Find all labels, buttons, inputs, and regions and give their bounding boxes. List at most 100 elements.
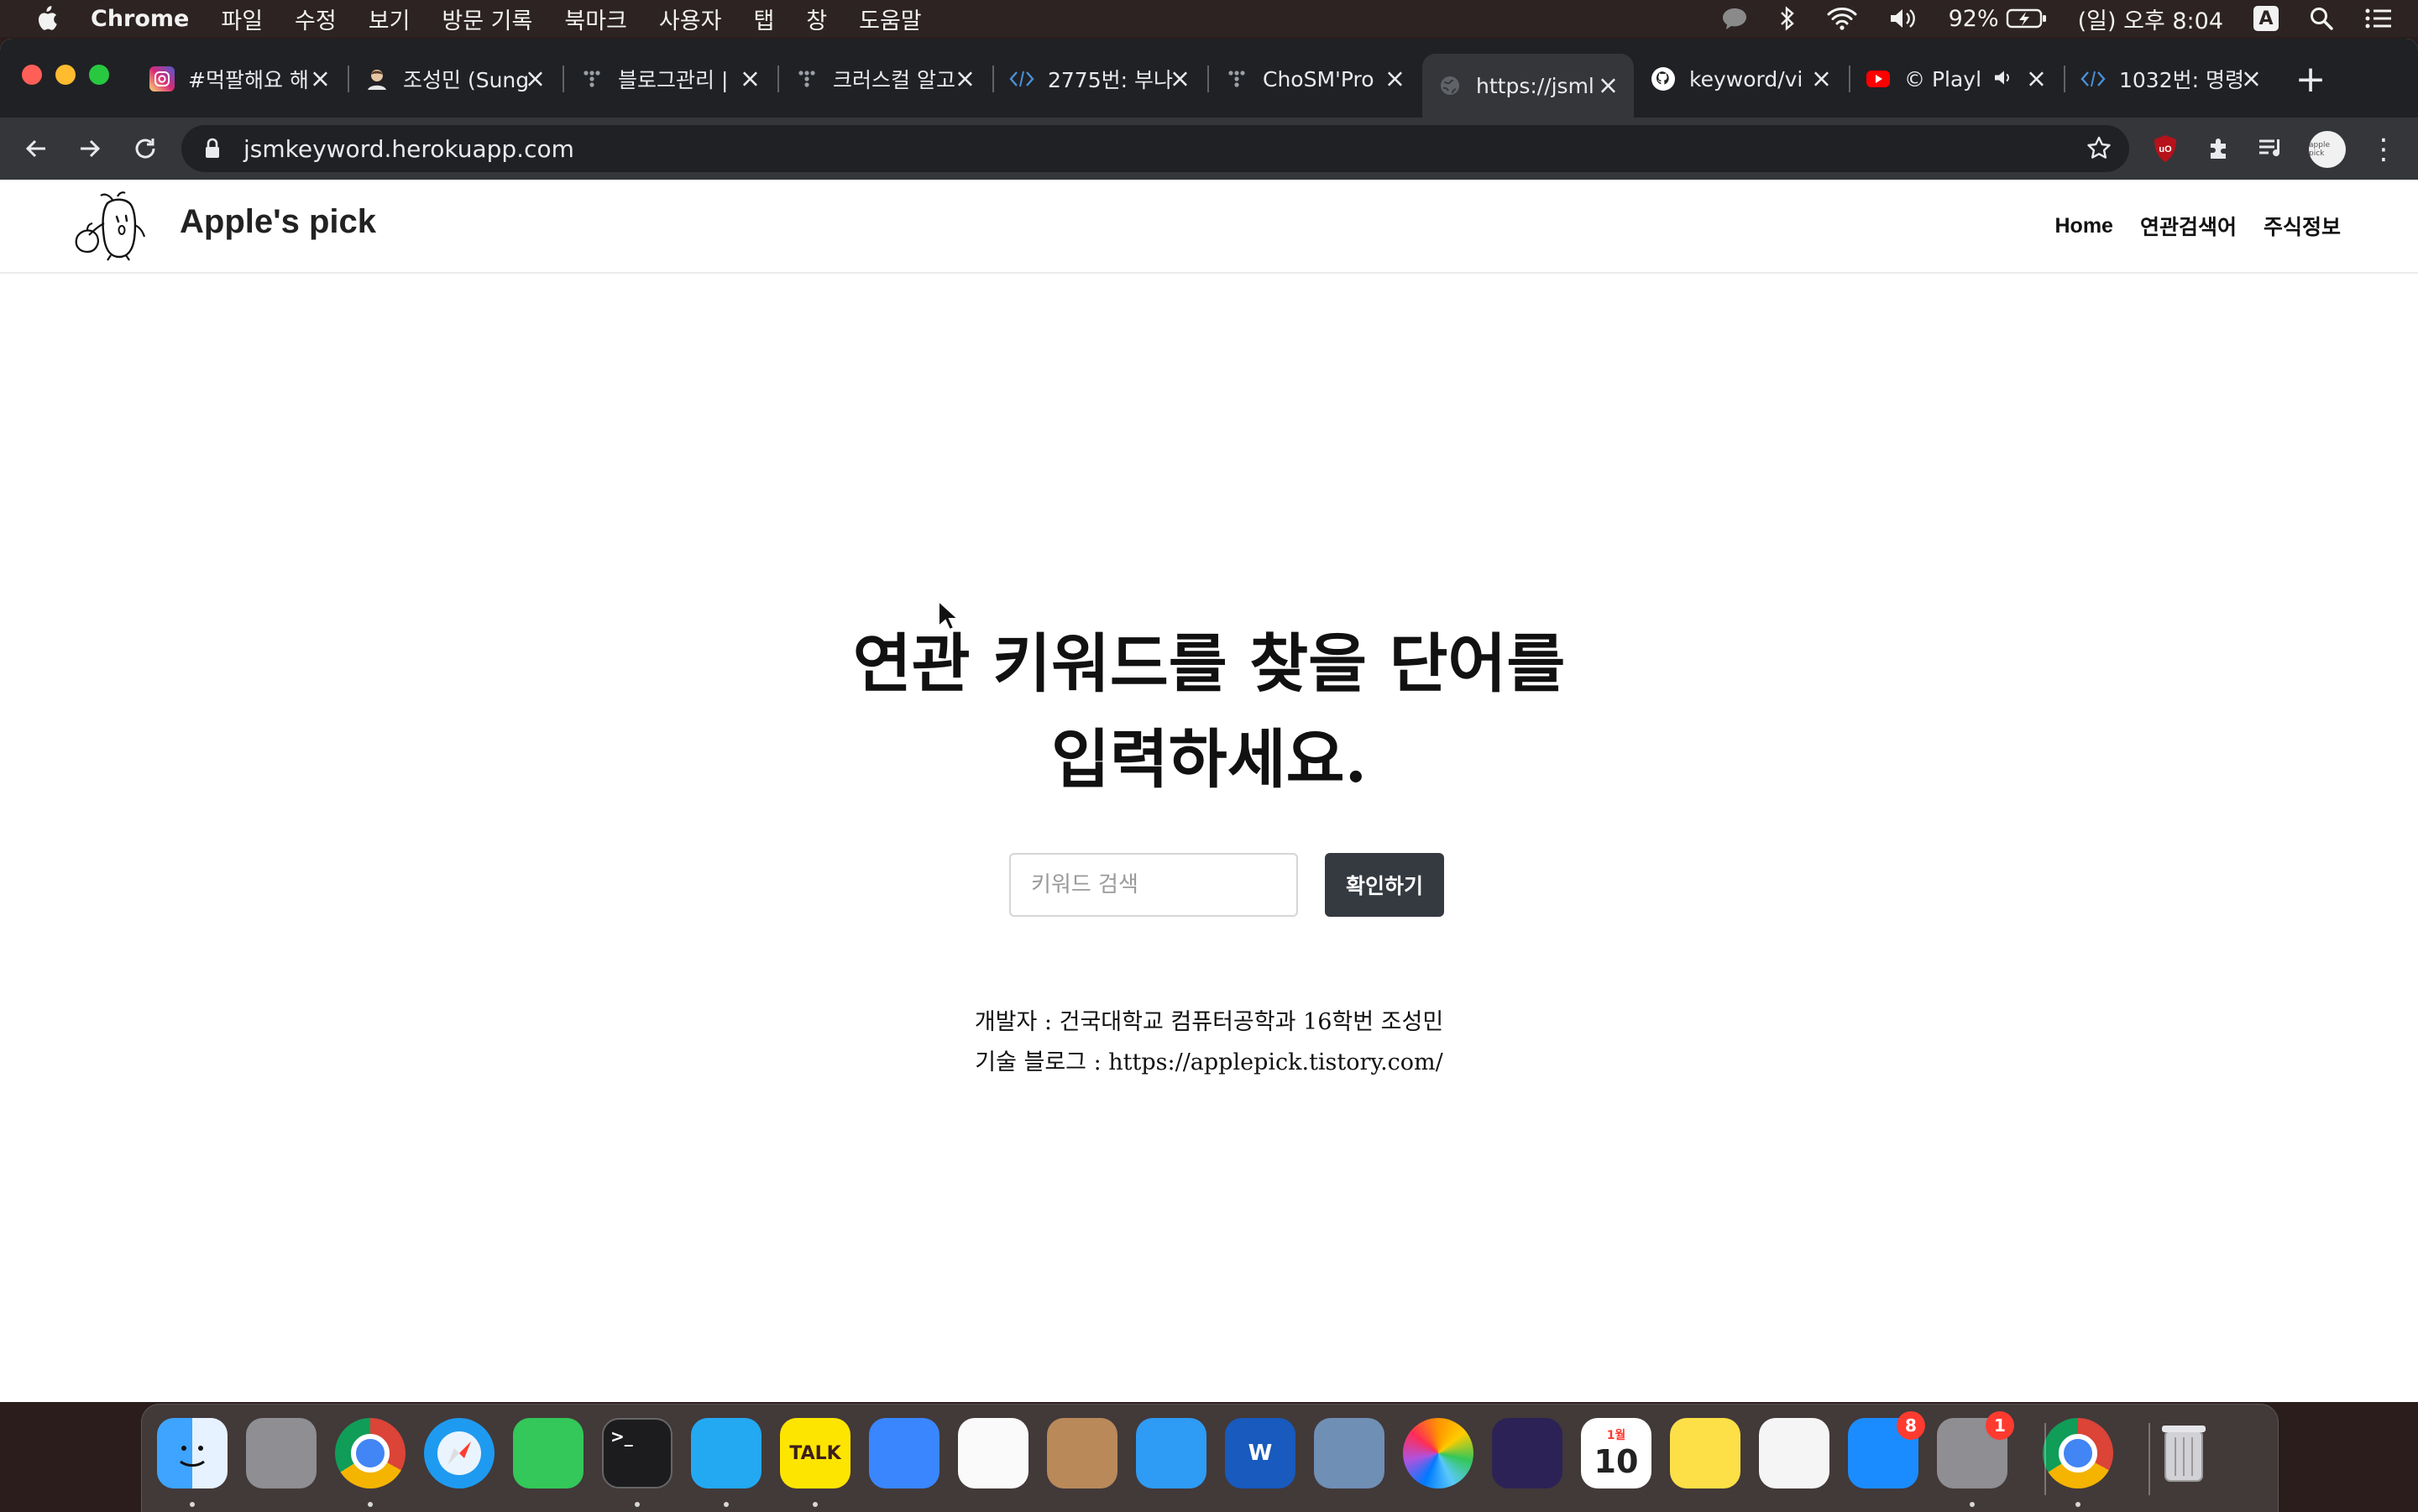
tab-audio-playing-icon[interactable]: [1993, 67, 2013, 92]
tab-close-icon[interactable]: ×: [1384, 65, 1405, 94]
chrome-icon[interactable]: [335, 1418, 406, 1488]
extensions-puzzle-icon[interactable]: [2201, 131, 2237, 166]
instagram-icon: [149, 66, 175, 92]
address-bar[interactable]: jsmkeyword.herokuapp.com: [181, 125, 2129, 172]
tab-close-icon[interactable]: ×: [1811, 65, 1832, 94]
photos-icon[interactable]: [1403, 1418, 1473, 1488]
confirm-button[interactable]: 확인하기: [1325, 853, 1444, 917]
input-source-icon[interactable]: A: [2253, 0, 2279, 37]
menu-window[interactable]: 창: [806, 3, 827, 35]
system-preferences-icon[interactable]: 1: [1937, 1411, 2014, 1488]
apple-menu-icon[interactable]: [34, 4, 59, 33]
messages-icon[interactable]: [1136, 1418, 1206, 1488]
facetime-icon[interactable]: [513, 1418, 584, 1488]
menu-tab[interactable]: 탭: [753, 3, 774, 35]
nav-related-search-link[interactable]: 연관검색어: [2140, 211, 2237, 241]
menu-bookmarks[interactable]: 북마크: [564, 3, 627, 35]
tab-instagram[interactable]: #먹팔해요 해 ×: [134, 55, 346, 102]
menu-bar-status-area: 92% (일) 오후 8:04 A: [1720, 0, 2393, 37]
keyword-search-input[interactable]: [1009, 853, 1298, 917]
tab-close-icon[interactable]: ×: [1598, 71, 1619, 101]
battery-status[interactable]: 92%: [1949, 0, 2048, 37]
menu-profiles[interactable]: 사용자: [659, 3, 722, 35]
tab-chosm-blog[interactable]: ChoSM'Pro ×: [1209, 55, 1421, 102]
volume-icon[interactable]: [1888, 0, 1918, 37]
kakaotalk-icon[interactable]: TALK: [780, 1418, 850, 1488]
finder-icon[interactable]: [157, 1418, 228, 1488]
tab-title: 블로그관리 |: [618, 68, 729, 92]
forward-arrow-icon[interactable]: [71, 129, 109, 168]
keynote-icon[interactable]: [1759, 1418, 1829, 1488]
browser-toolbar: jsmkeyword.herokuapp.com uO apple pick ⋮: [0, 118, 2418, 180]
tab-close-icon[interactable]: ×: [955, 65, 976, 94]
blog-url-link[interactable]: https://applepick.tistory.com/: [1108, 1049, 1442, 1075]
tab-github-keyword[interactable]: keyword/vi ×: [1636, 55, 1847, 102]
safari-icon[interactable]: [424, 1418, 495, 1488]
profile-avatar[interactable]: apple pick: [2309, 131, 2346, 168]
chrome-2-icon[interactable]: [2043, 1418, 2113, 1488]
tab-close-icon[interactable]: ×: [525, 65, 546, 94]
brand-name[interactable]: Apple's pick: [180, 203, 376, 241]
tab-baekjoon-2775[interactable]: 2775번: 부나 ×: [994, 55, 1206, 102]
ublock-origin-icon[interactable]: uO: [2148, 131, 2183, 166]
menu-file[interactable]: 파일: [221, 3, 263, 35]
window-maximize-button[interactable]: [89, 65, 109, 85]
tab-close-icon[interactable]: ×: [2026, 65, 2047, 94]
tab-close-icon[interactable]: ×: [1170, 65, 1191, 94]
tab-linkedin-profile[interactable]: 조성민 (Sung ×: [349, 55, 561, 102]
menu-help[interactable]: 도움말: [859, 3, 922, 35]
lock-icon[interactable]: [200, 136, 225, 161]
menu-view[interactable]: 보기: [369, 3, 411, 35]
tab-title: 2775번: 부나: [1048, 68, 1173, 92]
menu-app-name[interactable]: Chrome: [91, 6, 189, 32]
app-store-icon[interactable]: 8: [1848, 1411, 1925, 1488]
menu-history[interactable]: 방문 기록: [442, 3, 532, 35]
back-arrow-icon[interactable]: [17, 129, 55, 168]
bluetooth-icon[interactable]: [1779, 0, 1796, 37]
tab-kruskal[interactable]: 크러스컬 알고 ×: [779, 55, 991, 102]
running-indicator: [2075, 1502, 2080, 1507]
clock[interactable]: (일) 오후 8:04: [2078, 0, 2223, 37]
launchpad-icon[interactable]: [246, 1418, 317, 1488]
site-navbar: Apple's pick Home 연관검색어 주식정보: [0, 180, 2418, 274]
tistory-icon: [579, 66, 604, 92]
bookmark-star-icon[interactable]: [2086, 135, 2112, 162]
pages-icon[interactable]: [958, 1418, 1028, 1488]
tab-close-icon[interactable]: ×: [310, 65, 331, 94]
tab-baekjoon-1032[interactable]: 1032번: 명령 ×: [2065, 55, 2277, 102]
tab-jsmkeyword-active[interactable]: https://jsml ×: [1422, 54, 1634, 118]
spotlight-search-icon[interactable]: [2309, 0, 2334, 37]
word-icon[interactable]: W: [1225, 1418, 1295, 1488]
tab-close-icon[interactable]: ×: [740, 65, 761, 94]
preview-icon[interactable]: [1314, 1418, 1384, 1488]
page-headline: 연관 키워드를 찾을 단어를 입력하세요.: [0, 616, 2418, 808]
nav-home-link[interactable]: Home: [2055, 214, 2113, 238]
terminal-icon[interactable]: >_: [602, 1418, 673, 1488]
developer-text: 개발자 : 건국대학교 컴퓨터공학과 16학번 조성민: [974, 1009, 1444, 1035]
calendar-icon[interactable]: 1월 10: [1581, 1418, 1651, 1488]
tab-blog-admin[interactable]: 블로그관리 | ×: [564, 55, 776, 102]
nav-stock-info-link[interactable]: 주식정보: [2264, 211, 2341, 241]
apple-character-logo[interactable]: [71, 190, 154, 262]
eclipse-icon[interactable]: [1492, 1418, 1562, 1488]
notes-icon[interactable]: [1670, 1418, 1740, 1488]
window-minimize-button[interactable]: [55, 65, 76, 85]
tab-close-icon[interactable]: ×: [2241, 65, 2262, 94]
control-center-icon[interactable]: [2364, 0, 2393, 37]
reload-icon[interactable]: [126, 129, 165, 168]
url-text: jsmkeyword.herokuapp.com: [243, 134, 574, 163]
wifi-icon[interactable]: [1826, 0, 1858, 37]
media-controls-icon[interactable]: [2253, 131, 2289, 166]
tab-youtube-playlist[interactable]: © Playl ×: [1850, 55, 2062, 102]
menu-edit[interactable]: 수정: [295, 3, 337, 35]
trash-icon[interactable]: [2148, 1418, 2219, 1488]
vscode-icon[interactable]: [691, 1418, 762, 1488]
xcode-instruments-icon[interactable]: [869, 1418, 939, 1488]
new-tab-button[interactable]: +: [2292, 57, 2329, 101]
dock-separator: [2148, 1423, 2150, 1495]
code-icon: [2080, 66, 2106, 92]
contacts-icon[interactable]: [1047, 1418, 1117, 1488]
chrome-menu-icon[interactable]: ⋮: [2369, 131, 2398, 168]
window-close-button[interactable]: [22, 65, 42, 85]
chat-bubble-icon[interactable]: [1720, 0, 1749, 37]
